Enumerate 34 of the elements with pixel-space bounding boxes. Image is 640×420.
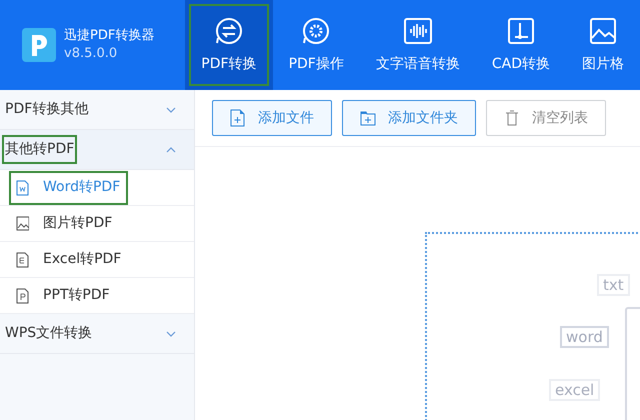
sidebar-group-header[interactable]: 其他转PDF (0, 130, 194, 170)
add-folder-icon (360, 109, 376, 127)
nav-tab[interactable]: 文字语音转换 (360, 0, 476, 90)
group-label: PDF转换其他 (4, 100, 90, 119)
group-label: 其他转PDF (4, 137, 76, 162)
nav-tab[interactable]: PDF操作 (272, 0, 360, 90)
nav-tab[interactable]: CAD转换 (476, 0, 566, 90)
toolbar-button[interactable]: 添加文件 (212, 100, 332, 136)
chevron-icon (166, 106, 176, 112)
excel-file-icon (16, 252, 29, 268)
file-type-tag: word (560, 326, 609, 348)
add-file-icon (230, 109, 246, 127)
app-logo-icon (22, 28, 56, 62)
file-type-tag: excel (549, 379, 600, 401)
nav-tab[interactable]: PDF转换 (185, 0, 273, 90)
ppt-file-icon (16, 288, 29, 304)
toolbar-button[interactable]: 添加文件夹 (342, 100, 476, 136)
image-icon (588, 16, 618, 46)
app-version: v8.5.0.0 (64, 45, 118, 63)
word-file-icon (16, 180, 29, 196)
drop-zone[interactable]: txt word excel (425, 232, 640, 420)
nav-tab[interactable]: 图片格 (566, 0, 640, 90)
chevron-icon (166, 330, 176, 336)
group-label: WPS文件转换 (4, 324, 94, 343)
gear-icon (301, 16, 332, 46)
sidebar-group-header[interactable]: WPS文件转换 (0, 314, 194, 354)
trash-icon (504, 109, 520, 127)
sound-wave-icon (402, 16, 433, 46)
crosshair-icon (506, 16, 536, 46)
file-type-tag: txt (597, 274, 630, 296)
image-file-icon (16, 216, 29, 232)
convert-arrows-icon (214, 16, 244, 46)
chevron-icon (166, 146, 176, 152)
app-title: 迅捷PDF转换器 (64, 27, 154, 45)
